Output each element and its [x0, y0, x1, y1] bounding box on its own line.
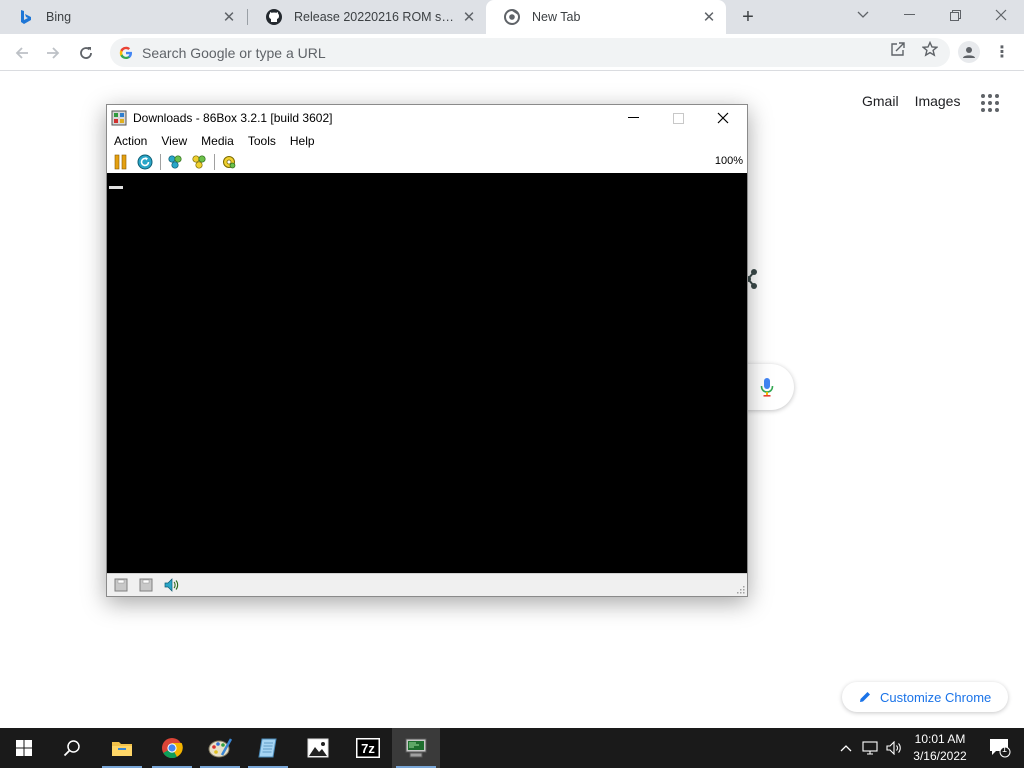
back-button[interactable]: [9, 40, 35, 66]
86box-app-icon: [111, 110, 127, 126]
microphone-icon: [760, 378, 774, 397]
tab-new-tab[interactable]: New Tab ✕: [486, 0, 726, 34]
ntp-header-links: Gmail Images: [862, 93, 976, 109]
86box-statusbar: [107, 573, 747, 596]
notepad-icon: [258, 738, 277, 758]
ctrl-alt-del-icon[interactable]: [165, 153, 185, 171]
close-icon[interactable]: ✕: [458, 6, 480, 28]
86box-window-title: Downloads - 86Box 3.2.1 [build 3602]: [133, 111, 333, 125]
taskbar-file-explorer[interactable]: [98, 728, 146, 768]
taskbar-paint[interactable]: [196, 728, 244, 768]
voice-search-button[interactable]: [740, 364, 794, 410]
86box-toolbar: 100%: [107, 151, 747, 173]
search-button[interactable]: [48, 728, 96, 768]
menu-tools[interactable]: Tools: [241, 134, 283, 148]
google-icon: [119, 46, 132, 59]
address-input[interactable]: [142, 44, 842, 61]
notification-count: 1: [1002, 744, 1008, 754]
chrome-icon: [504, 9, 520, 25]
taskbar-86box[interactable]: [392, 728, 440, 768]
github-icon: [266, 9, 282, 25]
taskbar-7zip[interactable]: 7z: [344, 728, 392, 768]
google-apps-icon[interactable]: [981, 94, 999, 112]
resize-grip-icon[interactable]: [735, 584, 745, 594]
pencil-icon: [860, 692, 870, 702]
86box-maximize-button[interactable]: [656, 105, 700, 131]
taskbar-photos[interactable]: [294, 728, 342, 768]
images-link[interactable]: Images: [915, 93, 961, 109]
menu-kebab-icon[interactable]: ⋮: [994, 41, 1010, 63]
menu-action[interactable]: Action: [107, 134, 154, 148]
customize-chrome-label: Customize Chrome: [880, 689, 992, 705]
86box-minimize-button[interactable]: [611, 105, 655, 131]
sound-icon[interactable]: [163, 577, 179, 593]
network-icon[interactable]: [858, 728, 882, 768]
zoom-level: 100%: [714, 155, 743, 167]
reset-icon[interactable]: [135, 153, 155, 171]
chrome-icon: [162, 738, 183, 759]
share-icon[interactable]: [889, 40, 907, 58]
7zip-label: 7z: [361, 740, 375, 756]
taskbar-clock[interactable]: 10:01 AM 3/16/2022: [908, 731, 972, 765]
menu-media[interactable]: Media: [194, 134, 241, 148]
action-center-button[interactable]: 1: [980, 728, 1020, 768]
tab-title: New Tab: [532, 10, 581, 24]
toolbar-separator: [214, 154, 215, 170]
photos-icon: [307, 738, 329, 758]
forward-button[interactable]: [40, 40, 66, 66]
volume-icon[interactable]: [882, 728, 906, 768]
menu-help[interactable]: Help: [283, 134, 322, 148]
86box-icon: [405, 738, 427, 758]
reload-button[interactable]: [73, 40, 99, 66]
clock-time: 10:01 AM: [914, 732, 966, 746]
system-tray: [834, 728, 906, 768]
close-window-button[interactable]: [978, 0, 1024, 30]
toolbar-separator: [160, 154, 161, 170]
browser-toolbar: ⋮: [0, 34, 1024, 71]
search-icon: [63, 740, 80, 757]
file-explorer-icon: [112, 742, 132, 756]
menu-view[interactable]: View: [154, 134, 194, 148]
notification-icon: [990, 739, 1011, 758]
tab-github-release[interactable]: Release 20220216 ROM set (86Box ✕: [248, 0, 486, 34]
paint-icon: [208, 738, 232, 758]
bookmark-star-icon[interactable]: [921, 40, 939, 58]
close-icon[interactable]: ✕: [698, 6, 720, 28]
omnibox[interactable]: [110, 38, 950, 67]
clock-date: 3/16/2022: [913, 749, 967, 763]
pause-icon[interactable]: [111, 153, 131, 171]
settings-icon[interactable]: [219, 153, 239, 171]
new-tab-button[interactable]: +: [736, 5, 760, 29]
floppy-b-icon[interactable]: [138, 577, 154, 593]
taskbar-chrome[interactable]: [148, 728, 196, 768]
86box-titlebar[interactable]: Downloads - 86Box 3.2.1 [build 3602]: [107, 105, 747, 131]
customize-chrome-button[interactable]: Customize Chrome: [842, 682, 1008, 712]
start-button[interactable]: [0, 728, 48, 768]
ctrl-alt-esc-icon[interactable]: [189, 153, 209, 171]
restore-button[interactable]: [932, 0, 978, 30]
tab-strip: Bing ✕ Release 20220216 ROM set (86Box ✕…: [0, 0, 1024, 34]
86box-window: Downloads - 86Box 3.2.1 [build 3602] Act…: [106, 104, 748, 597]
profile-avatar-icon[interactable]: [958, 41, 980, 63]
taskbar-notepad[interactable]: [244, 728, 292, 768]
bing-icon: [18, 9, 34, 25]
86box-close-button[interactable]: [701, 105, 745, 131]
tab-title: Release 20220216 ROM set (86Box: [294, 10, 458, 24]
86box-menubar: Action View Media Tools Help: [107, 131, 747, 151]
tab-bing[interactable]: Bing ✕: [0, 0, 246, 34]
taskbar: 7z 10:01 AM 3/16/2022 1: [0, 728, 1024, 768]
close-icon[interactable]: ✕: [218, 6, 240, 28]
text-cursor: [109, 186, 123, 189]
emulator-screen[interactable]: [107, 173, 747, 573]
tab-title: Bing: [46, 10, 72, 24]
floppy-a-icon[interactable]: [113, 577, 129, 593]
minimize-button[interactable]: [886, 0, 932, 30]
tab-search-icon[interactable]: [840, 0, 886, 30]
start-icon: [16, 740, 32, 756]
gmail-link[interactable]: Gmail: [862, 93, 899, 109]
show-hidden-icons-icon[interactable]: [834, 728, 858, 768]
